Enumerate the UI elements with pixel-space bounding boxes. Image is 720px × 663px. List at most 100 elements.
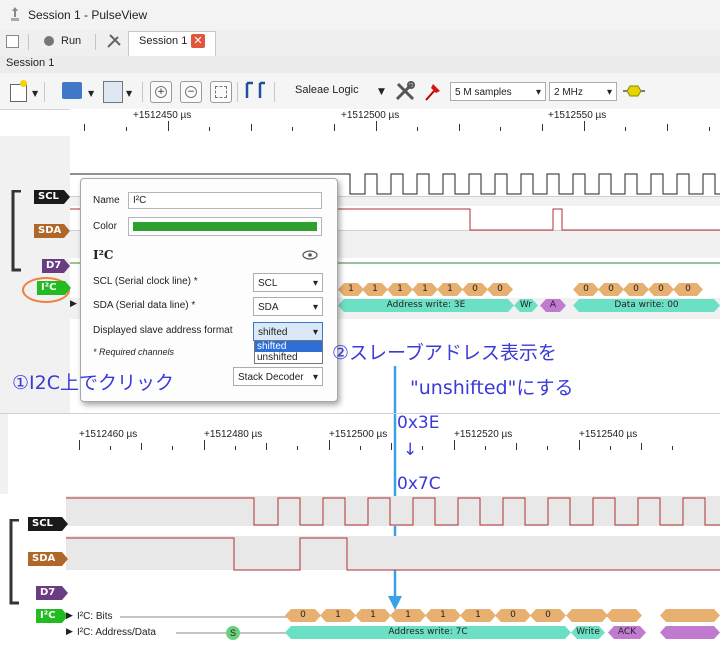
- color-label: Color: [93, 221, 117, 232]
- zoom-fit-icon[interactable]: [210, 81, 232, 103]
- ruler-tick: [141, 443, 142, 450]
- ruler-label: +1512500 µs: [329, 429, 388, 440]
- chevron-down-icon[interactable]: ▼: [126, 89, 132, 98]
- zoom-out-icon[interactable]: −: [180, 81, 202, 103]
- zoom-in-icon[interactable]: +: [150, 81, 172, 103]
- close-tab-icon[interactable]: ✕: [191, 34, 205, 48]
- d7-channel-label[interactable]: D7: [36, 586, 68, 600]
- ruler-tick: [579, 440, 580, 450]
- sda-field-label: SDA (Serial data line) *: [93, 300, 196, 311]
- name-label: Name: [93, 195, 120, 206]
- i2c-decoder-label[interactable]: I²C: [37, 281, 71, 295]
- d7-channel-label[interactable]: D7: [42, 259, 70, 273]
- run-icon[interactable]: [44, 36, 54, 46]
- chevron-down-icon[interactable]: ▼: [378, 87, 385, 97]
- address-write-cell: Address write: 3E: [338, 299, 514, 312]
- sda-channel-label[interactable]: SDA: [34, 224, 70, 238]
- probe-icon[interactable]: [423, 80, 443, 102]
- bit-cell: 0: [530, 609, 566, 622]
- ruler-tick: [417, 127, 418, 131]
- chevron-down-icon[interactable]: ▼: [32, 89, 38, 98]
- color-swatch: [133, 222, 317, 231]
- ruler-tick: [584, 121, 585, 131]
- new-session-icon[interactable]: [6, 35, 19, 48]
- scl-channel-select[interactable]: SCL: [253, 273, 323, 293]
- ruler-tick: [79, 440, 80, 450]
- sda-channel-select[interactable]: SDA: [253, 297, 323, 317]
- ruler-label: +1512500 µs: [341, 110, 400, 121]
- option-shifted[interactable]: shifted: [255, 341, 322, 352]
- window-title: Session 1 - PulseView: [28, 8, 148, 22]
- open-folder-icon[interactable]: [62, 82, 82, 99]
- option-unshifted[interactable]: unshifted: [255, 352, 322, 363]
- ruler-tick: [459, 124, 460, 131]
- eye-icon[interactable]: [302, 250, 318, 260]
- bit-cell: 1: [390, 609, 426, 622]
- ruler-tick: [485, 446, 486, 450]
- data-write-cell: Data write: 00: [573, 299, 720, 312]
- ruler-tick: [542, 124, 543, 131]
- address-format-label: Displayed slave address format: [93, 325, 233, 336]
- data-cell: [660, 626, 720, 639]
- bit-cell: 1: [355, 609, 391, 622]
- chevron-down-icon[interactable]: ▼: [88, 89, 94, 98]
- address-format-select[interactable]: shifted: [253, 322, 323, 342]
- scl-field-label: SCL (Serial clock line) *: [93, 276, 198, 287]
- scl-channel-label[interactable]: SCL: [28, 517, 68, 531]
- decoder-name-input[interactable]: I²C: [128, 192, 322, 209]
- ruler-tick: [422, 446, 423, 450]
- sda-channel-label[interactable]: SDA: [28, 552, 68, 566]
- start-marker: S: [226, 626, 240, 640]
- ruler-tick: [667, 124, 668, 131]
- bit-cell: 1: [425, 609, 461, 622]
- scl-channel-label[interactable]: SCL: [34, 190, 70, 204]
- ruler-label: +1512480 µs: [204, 429, 263, 440]
- app-icon: [11, 7, 19, 21]
- expand-arrow-icon[interactable]: ▶: [70, 299, 77, 309]
- annotation-step-2b: "unshifted"にする: [410, 377, 574, 399]
- i2c-decoder-label[interactable]: I²C: [36, 609, 68, 623]
- group-bracket: [9, 519, 19, 605]
- ruler-tick: [168, 121, 169, 131]
- ruler-tick: [547, 446, 548, 450]
- cursor-markers-icon[interactable]: [244, 81, 266, 101]
- toolbar-divider: [237, 82, 238, 102]
- expand-arrow-icon[interactable]: ▶: [66, 627, 73, 637]
- toolbar-divider: [142, 82, 143, 102]
- ruler-tick: [709, 127, 710, 131]
- address-write-cell: Address write: 7C: [285, 626, 571, 639]
- ruler-tick: [235, 446, 236, 450]
- new-file-button[interactable]: [8, 80, 28, 102]
- session-bar: [0, 56, 720, 74]
- bit-cell: [566, 609, 608, 622]
- ruler-tick: [126, 127, 127, 131]
- tab-divider: [28, 34, 29, 50]
- device-config-icon[interactable]: [394, 80, 416, 102]
- settings-tools-icon[interactable]: [106, 33, 122, 49]
- ruler-tick: [641, 443, 642, 450]
- bit-cell: [660, 609, 720, 622]
- expand-arrow-icon[interactable]: ▶: [66, 611, 73, 621]
- color-picker-button[interactable]: [128, 217, 322, 236]
- row-bits-label: I²C: Bits: [77, 611, 113, 622]
- device-selector[interactable]: Saleae Logic: [295, 84, 359, 96]
- bottom-waveforms: [66, 497, 720, 571]
- ruler-tick: [500, 127, 501, 131]
- ack-cell: ACK: [608, 626, 646, 639]
- ruler-tick: [360, 446, 361, 450]
- ruler-tick: [376, 121, 377, 131]
- ruler-tick: [516, 443, 517, 450]
- save-icon[interactable]: [103, 81, 123, 103]
- bit-cell: 1: [320, 609, 356, 622]
- ruler-tick: [297, 446, 298, 450]
- decoder-title: I²C: [93, 248, 114, 262]
- sample-rate-select[interactable]: 2 MHz: [549, 82, 617, 102]
- bit-cell: [606, 609, 642, 622]
- ruler-tick: [454, 440, 455, 450]
- stack-decoder-button[interactable]: Stack Decoder: [233, 367, 323, 387]
- add-decoder-icon[interactable]: [622, 84, 646, 98]
- sample-count-select[interactable]: 5 M samples: [450, 82, 546, 102]
- tab-divider: [95, 34, 96, 50]
- ruler-tick: [172, 446, 173, 450]
- run-button[interactable]: Run: [61, 35, 81, 47]
